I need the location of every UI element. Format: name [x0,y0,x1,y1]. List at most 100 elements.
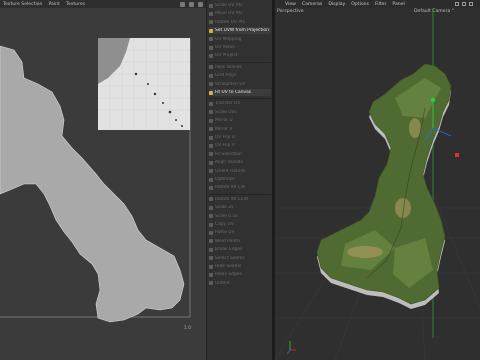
uv-command-panel: Scale UV Pts Move UV Pts Rotate UV Pts Set … [206,0,274,360]
command-label: Fit Selection [215,151,242,157]
command-icon [209,205,213,210]
command-item[interactable]: Rotate 90 CW [209,184,271,191]
command-icon [209,222,213,227]
command-icon [209,239,213,244]
command-label: Transfer UV [215,101,241,107]
command-item[interactable]: Transfer UV [209,100,271,107]
command-icon [209,152,213,157]
command-icon [209,118,213,123]
command-item[interactable]: Mirror V [209,126,271,133]
command-item[interactable]: Unfold [209,280,271,287]
command-icon [209,82,213,87]
command-item[interactable]: Orient Islands [209,168,271,175]
viewport-view-label: Perspective [277,9,304,14]
command-icon [209,65,213,70]
command-label: Weld Points [215,238,241,244]
command-item[interactable]: Rotate UV Pts [209,19,271,26]
command-icon [209,256,213,261]
viewport-menu-item[interactable]: Cameras [302,2,322,7]
command-label: Grid Align [215,73,237,79]
viewport-menu-item[interactable]: Filter [375,2,386,7]
command-item[interactable]: Hide Seams [209,263,271,270]
command-item[interactable]: Scale UV Pts [209,2,271,9]
command-item[interactable]: Pack Islands [209,64,271,71]
uv-menu-item[interactable]: Paint [48,2,59,7]
viewport-menu-item[interactable]: Panel [392,2,404,7]
uv-toolbar-icon[interactable] [180,1,185,7]
command-label: Rotate 90 CW [215,185,246,191]
command-item[interactable]: Straighten UV [209,81,271,88]
command-item[interactable]: Scale 2x [209,204,271,211]
command-item[interactable]: Break Edges [209,246,271,253]
command-label: UV Relax [215,45,235,50]
command-item[interactable]: Paste UV [209,229,271,236]
command-item[interactable]: Grid Align [209,72,271,79]
command-item[interactable]: Relax Edges [209,271,271,278]
selection-marker [455,153,459,157]
command-item-active[interactable]: Set UVW from Projection [209,27,271,35]
command-icon [209,11,213,16]
viewport-icon[interactable] [469,2,473,6]
command-item[interactable]: Optimize [209,176,271,183]
uv-menu-item[interactable]: Textures [66,2,85,7]
command-icon [209,127,213,132]
viewport-icon[interactable] [455,2,459,6]
uv-toolbar-icon[interactable] [198,1,203,7]
command-icon [209,143,213,148]
command-separator [209,193,271,195]
command-icon [209,177,213,182]
command-item[interactable]: Scale UVs [209,109,271,116]
command-label: Optimize [215,177,235,182]
command-label: Rotate 90 CCW [215,196,249,202]
command-item-active[interactable]: Fit UV to Canvas [209,89,271,96]
command-item[interactable]: UV Mapping [209,36,271,43]
command-label: Move UV Pts [215,11,243,17]
command-icon [209,272,213,277]
command-item[interactable]: Move UV Pts [209,10,271,17]
command-icon [209,110,213,115]
command-icon [209,185,213,190]
command-icon [209,53,213,58]
command-label: UV Project [215,53,238,59]
command-icon [209,73,213,78]
command-label: UV Flip U [215,135,235,140]
command-item[interactable]: Fit Selection [209,151,271,158]
command-label: Mirror V [215,126,233,132]
command-label: Copy UV [215,222,234,227]
command-icon [209,247,213,252]
command-item[interactable]: Select Seams [209,255,271,262]
command-icon [209,135,213,140]
uv-canvas[interactable]: 1.0 [0,8,206,360]
command-item[interactable]: UV Relax [209,44,271,51]
command-label: Align Islands [215,160,243,166]
viewport-menu-item[interactable]: Display [328,2,345,7]
viewport-icon[interactable] [462,2,466,6]
command-item[interactable]: UV Project [209,52,271,59]
command-label: Pack Islands [215,64,242,70]
command-icon [209,281,213,286]
command-label: Hide Seams [215,264,242,269]
command-separator [209,61,271,63]
command-item[interactable]: Copy UV [209,221,271,228]
command-label: Mirror U [215,118,233,124]
command-label: Set UVW from Projection [215,28,269,34]
viewport-menu-item[interactable]: View [285,2,296,7]
uv-toolbar-icon[interactable] [189,1,194,7]
command-item[interactable]: UV Flip V [209,142,271,149]
viewport-scene[interactable] [275,8,480,360]
viewport-menu-item[interactable]: Options [351,2,369,7]
command-icon [209,45,213,50]
command-item[interactable]: UV Flip U [209,134,271,141]
command-icon [209,20,213,25]
command-item[interactable]: Align Islands [209,159,271,166]
uv-menu-item[interactable]: Texture Selection [3,2,42,7]
command-label: Paste UV [215,230,235,236]
command-label: Relax Edges [215,272,242,278]
viewport-camera-label[interactable]: Default Camera ° [414,9,454,14]
command-separator [209,98,271,100]
command-item[interactable]: Rotate 90 CCW [209,196,271,203]
command-item[interactable]: Scale 0.5x [209,213,271,220]
command-item[interactable]: Weld Points [209,238,271,245]
command-icon [209,28,213,33]
command-item[interactable]: Mirror U [209,117,271,124]
